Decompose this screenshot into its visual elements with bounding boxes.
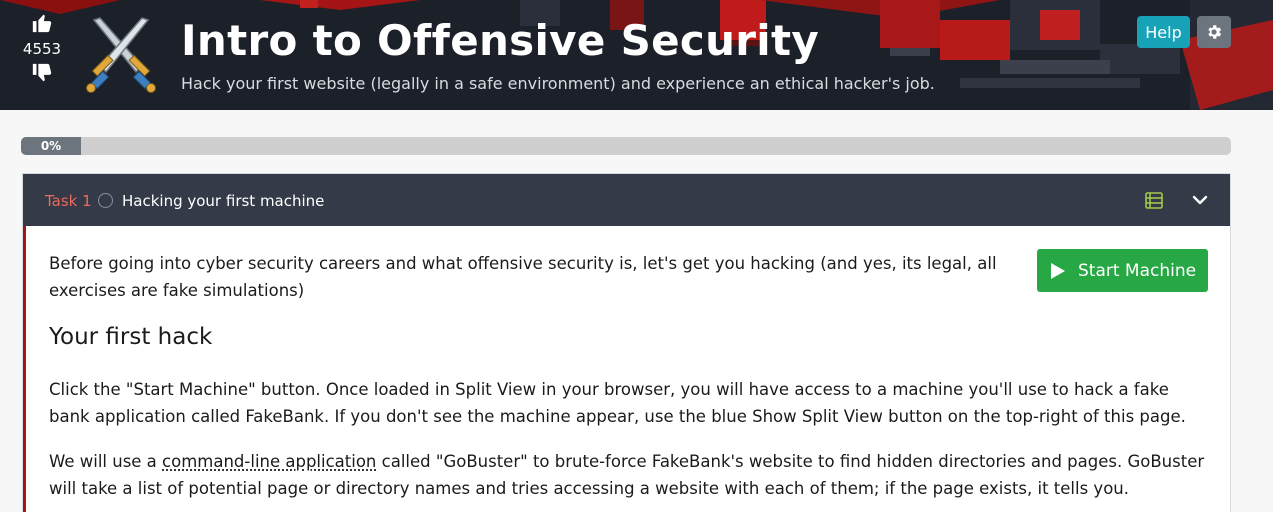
task-header[interactable]: Task 1 Hacking your first machine	[23, 174, 1230, 226]
room-progress-bar: 0%	[21, 137, 1231, 155]
start-machine-label: Start Machine	[1078, 260, 1197, 281]
start-machine-button[interactable]: Start Machine	[1037, 249, 1208, 292]
crossed-swords-icon	[86, 17, 156, 93]
task-number: Task 1	[45, 192, 92, 210]
command-line-tooltip-link[interactable]: command-line application	[162, 452, 376, 471]
settings-button[interactable]	[1197, 16, 1231, 48]
room-banner: 4553 Intro to Offensive Security Hack yo…	[0, 0, 1273, 110]
task-card: Task 1 Hacking your first machine Before…	[22, 173, 1231, 512]
paragraph-text-start: We will use a	[49, 452, 163, 471]
vote-widget: 4553	[20, 12, 64, 84]
progress-label: 0%	[21, 137, 81, 155]
section-heading: Your first hack	[49, 324, 213, 350]
vote-count: 4553	[22, 40, 62, 58]
thumbs-up-icon[interactable]	[31, 12, 53, 34]
task-intro-text: Before going into cyber security careers…	[49, 254, 997, 300]
thumbs-down-icon[interactable]	[31, 62, 53, 84]
task-files-icon[interactable]	[1145, 192, 1163, 209]
play-icon	[1051, 262, 1065, 279]
task-content: Before going into cyber security careers…	[23, 226, 1230, 512]
gear-icon	[1208, 25, 1222, 39]
help-button[interactable]: Help	[1137, 16, 1190, 48]
instruction-paragraph: Click the "Start Machine" button. Once l…	[49, 380, 1186, 426]
gobuster-paragraph: We will use a command-line application c…	[49, 448, 1209, 502]
task-status-circle-icon	[98, 193, 113, 208]
room-title: Intro to Offensive Security	[181, 16, 820, 65]
task-title: Hacking your first machine	[122, 192, 325, 210]
room-subtitle: Hack your first website (legally in a sa…	[181, 74, 935, 93]
chevron-down-icon[interactable]	[1191, 192, 1209, 208]
